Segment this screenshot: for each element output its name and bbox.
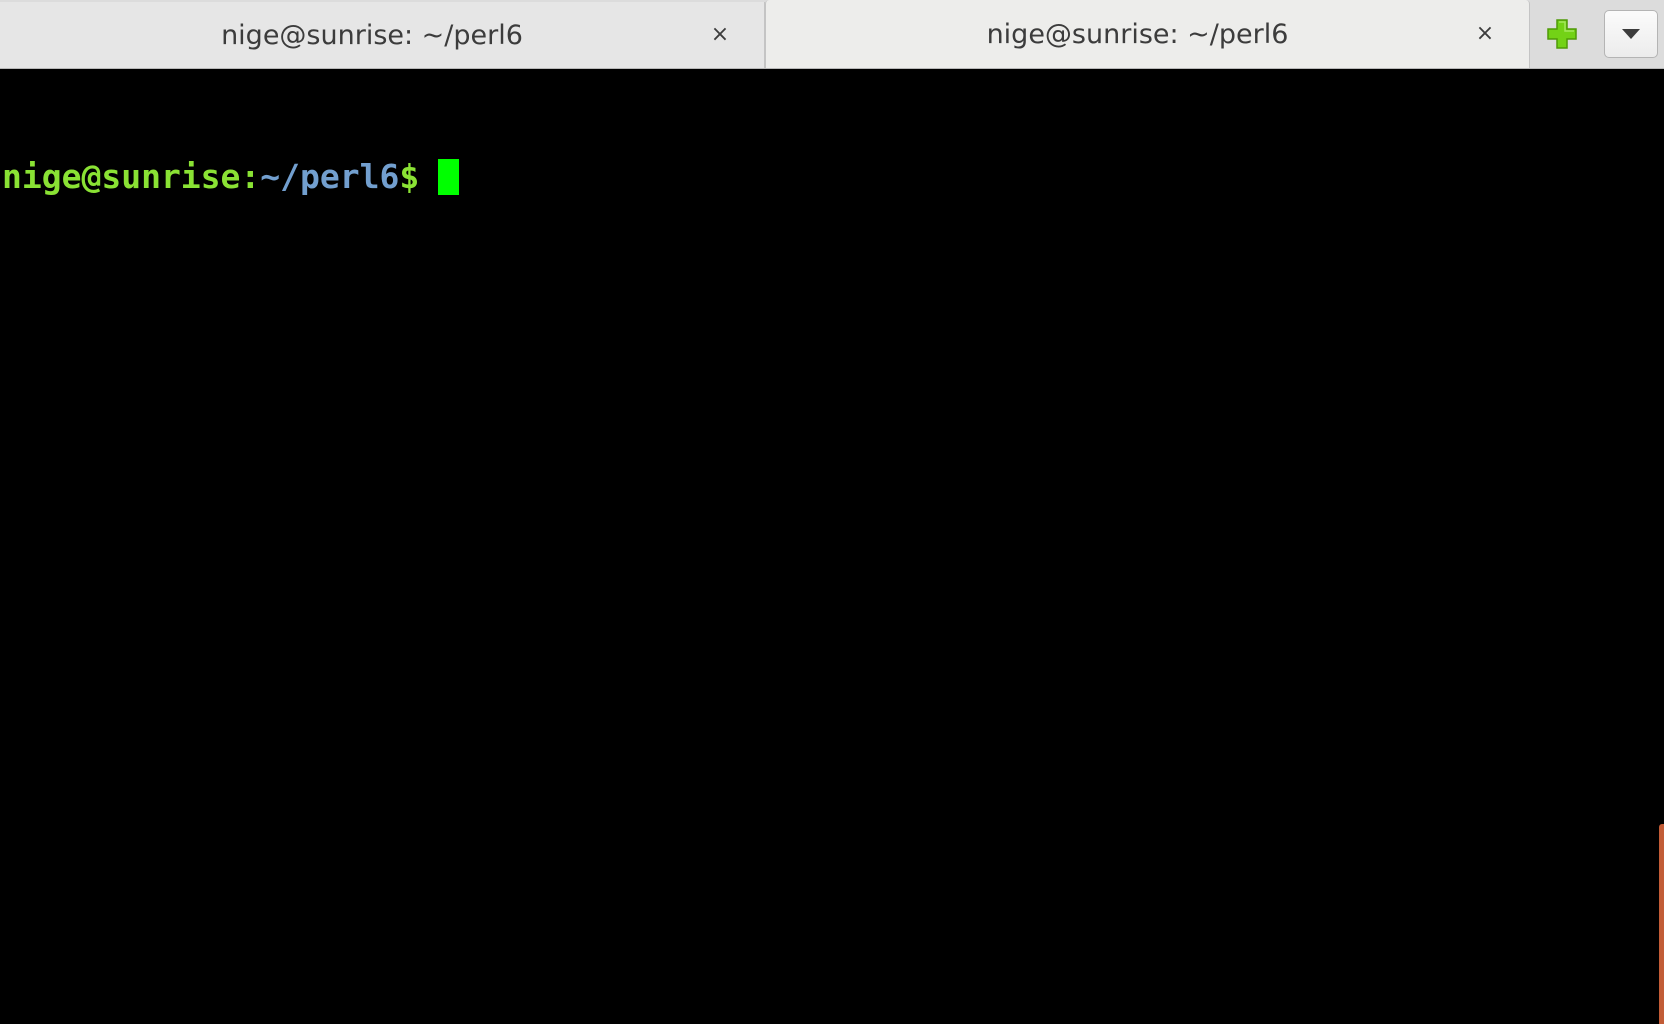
tab-label: nige@sunrise: ~/perl6: [221, 19, 523, 51]
prompt-user-host: nige@sunrise: [2, 157, 241, 196]
prompt-line: nige@sunrise: ~/perl6 $: [2, 156, 1664, 198]
tab-bar: nige@sunrise: ~/perl6 × nige@sunrise: ~/…: [0, 0, 1664, 69]
tab-menu-button[interactable]: [1604, 10, 1658, 58]
tab-inactive[interactable]: nige@sunrise: ~/perl6 ×: [0, 2, 765, 68]
prompt-symbol: $: [399, 157, 420, 196]
terminal-output[interactable]: nige@sunrise: ~/perl6 $: [0, 69, 1664, 1024]
prompt-separator: :: [240, 157, 261, 196]
plus-icon: [1547, 19, 1577, 49]
text-cursor: [438, 159, 460, 195]
tab-bar-actions: [1530, 0, 1664, 68]
close-icon[interactable]: ×: [708, 23, 732, 47]
chevron-down-icon: [1622, 29, 1640, 39]
prompt-path: ~/perl6: [260, 157, 400, 196]
scrollbar-thumb[interactable]: [1659, 824, 1664, 1024]
tab-label: nige@sunrise: ~/perl6: [986, 18, 1289, 50]
tab-active[interactable]: nige@sunrise: ~/perl6 ×: [765, 0, 1530, 68]
scrollbar[interactable]: [1658, 69, 1664, 1024]
new-tab-button[interactable]: [1542, 14, 1582, 54]
close-icon[interactable]: ×: [1473, 22, 1497, 46]
terminal-window: nige@sunrise: ~/perl6 × nige@sunrise: ~/…: [0, 0, 1664, 1024]
